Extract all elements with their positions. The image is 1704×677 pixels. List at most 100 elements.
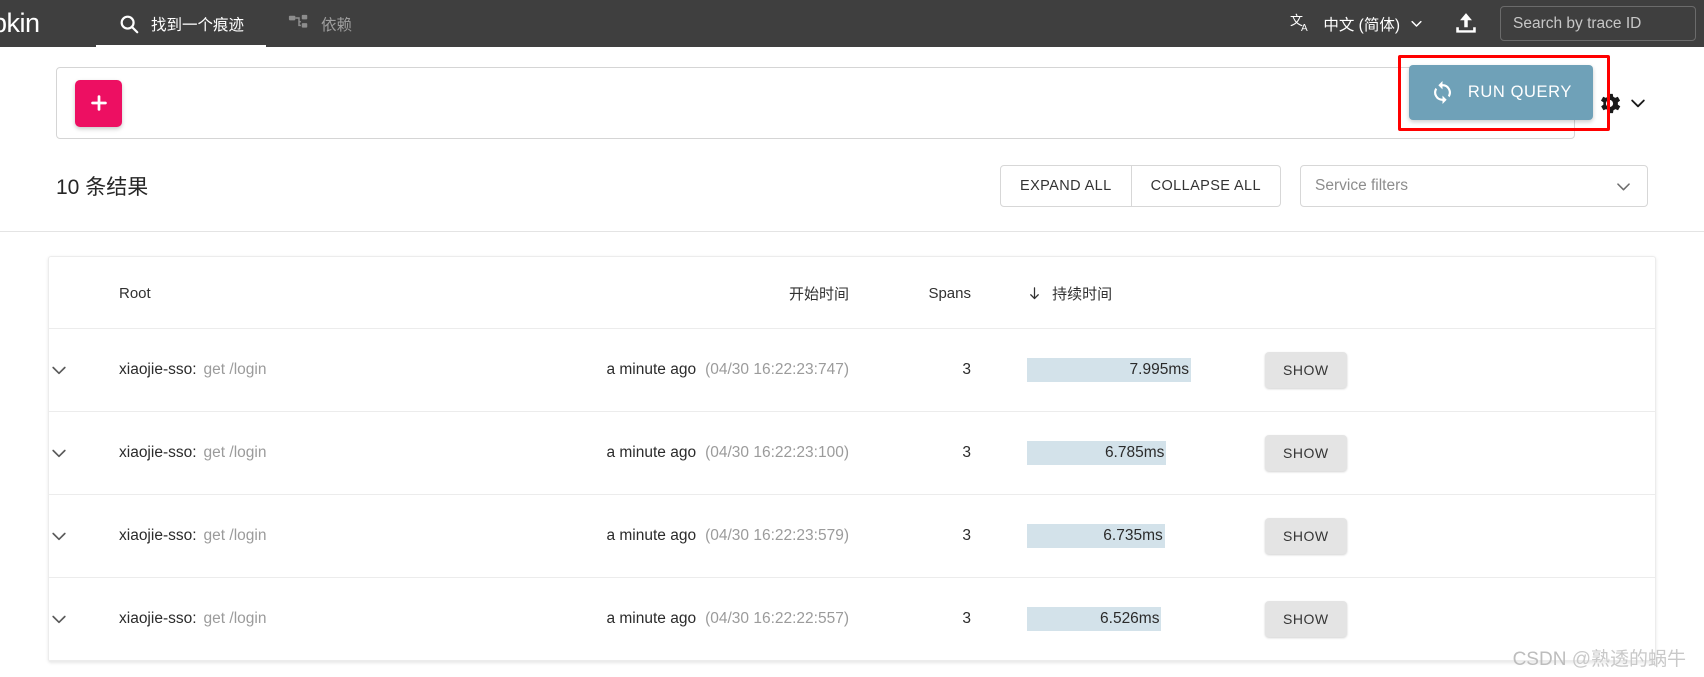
th-duration-label: 持续时间 <box>1052 286 1113 303</box>
add-criterion-button[interactable] <box>75 79 122 127</box>
row-actions-cell: SHOW <box>1231 495 1655 578</box>
upload-button[interactable] <box>1438 0 1494 47</box>
show-trace-button[interactable]: SHOW <box>1265 435 1347 471</box>
service-filters-select[interactable]: Service filters <box>1300 165 1648 207</box>
row-expand-toggle[interactable] <box>49 578 111 661</box>
row-spans-count: 3 <box>962 527 971 544</box>
table-row[interactable]: xiaojie-sso: get /login a minute ago (04/30… <box>49 578 1655 661</box>
expand-all-button[interactable]: EXPAND ALL <box>1000 165 1132 207</box>
chevron-down-icon <box>1409 16 1424 31</box>
navbar-spacer <box>374 0 1276 47</box>
duration-bar-track: 6.526ms <box>1027 607 1191 631</box>
refresh-icon <box>1430 80 1455 105</box>
duration-bar: 6.526ms <box>1027 607 1162 631</box>
chevron-down-icon[interactable] <box>1628 93 1648 113</box>
row-relative-time: a minute ago <box>606 444 697 461</box>
row-absolute-time: (04/30 16:22:23:100) <box>705 444 849 461</box>
row-duration-cell: 6.785ms <box>1001 412 1231 495</box>
duration-bar: 6.735ms <box>1027 524 1165 548</box>
table-row[interactable]: xiaojie-sso: get /login a minute ago (04/30… <box>49 329 1655 412</box>
nav-tab-find-trace-label: 找到一个痕迹 <box>151 16 245 34</box>
table-row[interactable]: xiaojie-sso: get /login a minute ago (04/30… <box>49 495 1655 578</box>
expand-collapse-group: EXPAND ALL COLLAPSE ALL <box>1000 165 1281 207</box>
row-expand-toggle[interactable] <box>49 329 111 412</box>
row-expand-toggle[interactable] <box>49 412 111 495</box>
nav-tab-dependencies-label: 依赖 <box>321 16 353 34</box>
results-count: 10 条结果 <box>56 176 149 199</box>
translate-icon: 文 A <box>1290 12 1314 36</box>
row-duration-cell: 6.735ms <box>1001 495 1231 578</box>
row-spans-count: 3 <box>962 610 971 627</box>
row-duration-label: 7.995ms <box>1129 361 1189 378</box>
row-spans-count: 3 <box>962 361 971 378</box>
traces-table-body: xiaojie-sso: get /login a minute ago (04/30… <box>49 329 1655 661</box>
upload-icon <box>1453 11 1479 37</box>
query-row: RUN QUERY <box>56 55 1648 139</box>
row-root-cell: xiaojie-sso: get /login <box>111 495 581 578</box>
run-query-button[interactable]: RUN QUERY <box>1408 65 1593 120</box>
row-duration-label: 6.526ms <box>1100 610 1160 627</box>
row-absolute-time: (04/30 16:22:23:579) <box>705 527 849 544</box>
row-operation-name: get /login <box>203 610 267 627</box>
chevron-down-icon <box>49 443 111 463</box>
row-absolute-time: (04/30 16:22:22:557) <box>705 610 849 627</box>
row-relative-time: a minute ago <box>606 527 697 544</box>
language-selector[interactable]: 文 A 中文 (简体) <box>1276 12 1438 36</box>
show-trace-button[interactable]: SHOW <box>1265 518 1347 554</box>
row-duration-label: 6.785ms <box>1104 444 1165 461</box>
row-service-name: xiaojie-sso: <box>119 610 197 627</box>
chevron-down-icon <box>49 526 111 546</box>
th-actions <box>1231 257 1655 329</box>
row-root-cell: xiaojie-sso: get /login <box>111 329 581 412</box>
th-root[interactable]: Root <box>111 257 581 329</box>
brand-logo[interactable]: pkin <box>0 0 96 47</box>
row-spans-count: 3 <box>962 444 971 461</box>
traces-table-container: Root 开始时间 Spans 持续时间 xiaojie-sso: get /l… <box>48 256 1656 662</box>
row-actions-cell: SHOW <box>1231 412 1655 495</box>
chevron-down-icon <box>49 360 111 380</box>
th-start-time[interactable]: 开始时间 <box>581 257 881 329</box>
arrow-down-icon <box>1027 286 1052 303</box>
row-root-cell: xiaojie-sso: get /login <box>111 578 581 661</box>
search-icon <box>118 13 140 35</box>
row-service-name: xiaojie-sso: <box>119 527 197 544</box>
row-absolute-time: (04/30 16:22:23:747) <box>705 361 849 378</box>
chevron-down-icon <box>1614 177 1633 196</box>
dependency-tree-icon <box>288 13 310 35</box>
page-root: pkin 找到一个痕迹 <box>0 0 1704 677</box>
service-filters-placeholder: Service filters <box>1315 177 1409 194</box>
query-criteria-box <box>56 67 1575 139</box>
table-row[interactable]: xiaojie-sso: get /login a minute ago (04/30… <box>49 412 1655 495</box>
row-start-time-cell: a minute ago (04/30 16:22:23:747) <box>581 329 881 412</box>
top-navbar: pkin 找到一个痕迹 <box>0 0 1704 47</box>
th-spans[interactable]: Spans <box>881 257 1001 329</box>
collapse-all-button[interactable]: COLLAPSE ALL <box>1131 165 1281 207</box>
row-actions-cell: SHOW <box>1231 329 1655 412</box>
row-start-time-cell: a minute ago (04/30 16:22:23:579) <box>581 495 881 578</box>
trace-id-search-input[interactable] <box>1500 6 1696 41</box>
nav-tab-find-trace[interactable]: 找到一个痕迹 <box>96 0 267 47</box>
show-trace-button[interactable]: SHOW <box>1265 352 1347 388</box>
svg-text:A: A <box>1301 23 1308 34</box>
duration-bar-track: 6.785ms <box>1027 441 1191 465</box>
duration-bar-track: 7.995ms <box>1027 358 1191 382</box>
row-duration-cell: 6.526ms <box>1001 578 1231 661</box>
navbar-right: 文 A 中文 (简体) <box>1276 0 1704 47</box>
nav-tab-dependencies[interactable]: 依赖 <box>266 0 374 47</box>
show-trace-button[interactable]: SHOW <box>1265 601 1347 637</box>
row-root-cell: xiaojie-sso: get /login <box>111 412 581 495</box>
row-service-name: xiaojie-sso: <box>119 361 197 378</box>
table-header-row: Root 开始时间 Spans 持续时间 <box>49 257 1655 329</box>
language-label: 中文 (简体) <box>1323 16 1400 34</box>
traces-table: Root 开始时间 Spans 持续时间 xiaojie-sso: get /l… <box>49 257 1655 661</box>
plus-icon <box>88 92 110 114</box>
row-operation-name: get /login <box>203 444 267 461</box>
duration-bar-track: 6.735ms <box>1027 524 1191 548</box>
duration-bar: 6.785ms <box>1027 441 1167 465</box>
th-duration[interactable]: 持续时间 <box>1001 257 1231 329</box>
row-expand-toggle[interactable] <box>49 495 111 578</box>
row-actions-cell: SHOW <box>1231 578 1655 661</box>
row-operation-name: get /login <box>203 527 267 544</box>
chevron-down-icon <box>49 609 111 629</box>
run-query-highlight: RUN QUERY <box>1397 55 1610 131</box>
